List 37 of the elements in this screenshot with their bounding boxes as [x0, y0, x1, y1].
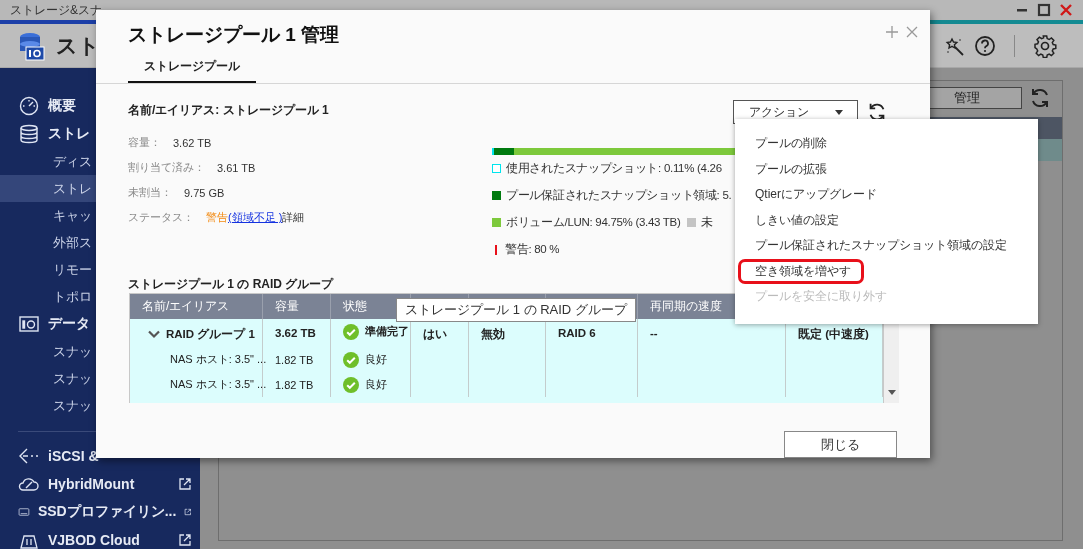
app-name: スト — [56, 32, 100, 59]
status-text: 警告(領域不足 )詳細 — [206, 210, 305, 226]
table-cell: はい — [423, 327, 447, 342]
table-cell: 1.82 TB — [275, 378, 314, 391]
legend-label: 使用されたスナップショット: 0.11% (4.26 — [506, 161, 722, 177]
info-label: 未割当： — [128, 185, 172, 201]
table-cell: 既定 (中速度) — [798, 327, 869, 342]
sidebar-label: SSDプロファイリン... — [37, 503, 177, 521]
table-cell: -- — [650, 327, 658, 339]
info-value: 3.62 TB — [173, 136, 212, 149]
info-value: 9.75 GB — [184, 186, 225, 199]
sidebar-label: データ — [48, 315, 90, 333]
info-label: 割り当て済み： — [128, 160, 205, 176]
sidebar-label: 概要 — [48, 97, 76, 115]
sidebar-label: HybridMount — [48, 476, 135, 492]
legend-label: 警告: 80 % — [505, 242, 560, 258]
table-cell: 1.82 TB — [275, 353, 314, 366]
tooltip: ストレージプール 1 の RAID グループ — [396, 298, 636, 322]
info-label: 容量： — [128, 135, 161, 151]
table-cell: 準備完了 — [365, 324, 409, 339]
legend-label: プール保証されたスナップショット領域: 5. — [506, 188, 732, 204]
table-cell: 良好 — [365, 352, 387, 367]
dialog-title: ストレージプール 1 管理 — [128, 23, 340, 47]
info-value: 3.61 TB — [217, 161, 256, 174]
table-cell: 3.62 TB — [275, 327, 316, 339]
sidebar-label: ストレ — [48, 125, 90, 143]
table-cell: RAID 6 — [558, 327, 596, 339]
sidebar-label: VJBOD Cloud — [48, 532, 140, 548]
table-cell: 良好 — [365, 377, 387, 392]
table-cell: 無効 — [481, 327, 505, 342]
pool-name: 名前/エイリアス: ストレージプール 1 — [128, 102, 330, 120]
section-heading: ストレージプール 1 の RAID グループ — [128, 277, 334, 291]
info-label: ステータス： — [128, 210, 194, 226]
sidebar-label: iSCSI & — [48, 448, 99, 464]
legend-label: ボリューム/LUN: 94.75% (3.43 TB) — [506, 215, 681, 231]
legend-label: 未 — [701, 215, 714, 231]
app-title: ストレージ&スナ — [10, 1, 102, 19]
